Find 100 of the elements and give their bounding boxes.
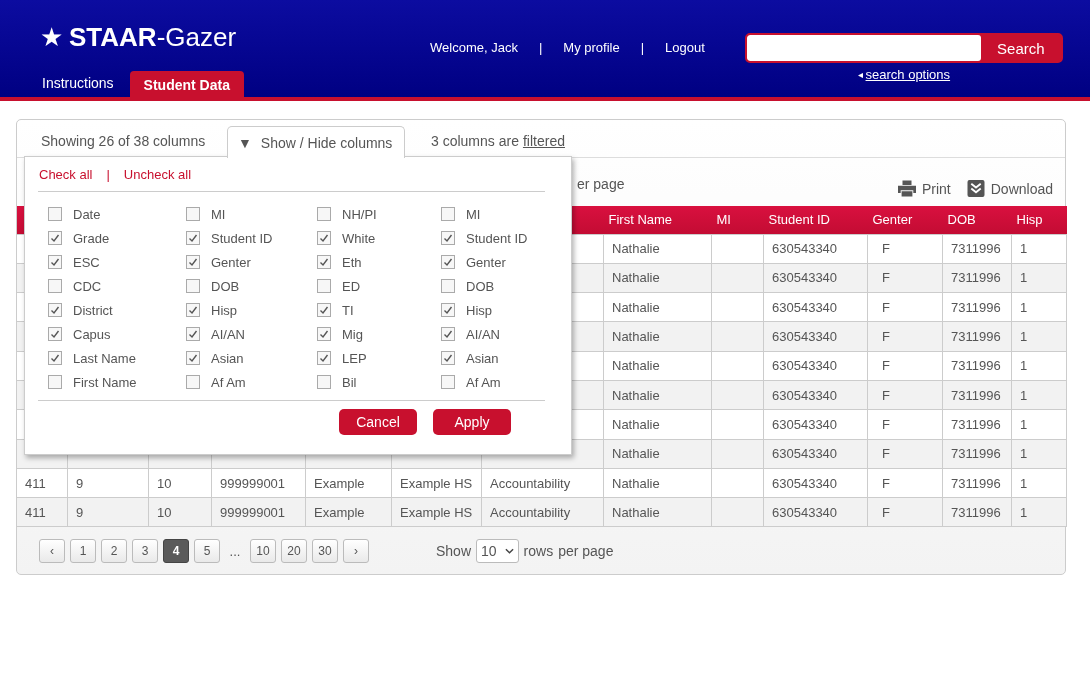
checkbox[interactable] [186, 255, 200, 269]
table-cell: 10 [148, 468, 212, 498]
table-cell: 630543340 [763, 351, 868, 381]
checkbox[interactable] [441, 231, 455, 245]
cancel-button[interactable]: Cancel [339, 409, 417, 435]
print-button[interactable]: Print [897, 180, 951, 197]
column-header[interactable]: Genter [867, 206, 943, 234]
checkbox-label: NH/PI [342, 206, 377, 222]
checkbox[interactable] [48, 231, 62, 245]
checkbox[interactable] [186, 303, 200, 317]
table-cell: F [867, 234, 943, 264]
checkbox[interactable] [317, 351, 331, 365]
page-button[interactable]: 30 [312, 539, 338, 564]
table-cell: 10 [148, 497, 212, 527]
checkbox[interactable] [441, 255, 455, 269]
checkbox[interactable] [317, 303, 331, 317]
checkbox[interactable] [441, 303, 455, 317]
table-cell: F [867, 468, 943, 498]
column-header[interactable]: Student ID [763, 206, 868, 234]
search-options-link[interactable]: search options [865, 67, 951, 82]
page-button[interactable]: 3 [132, 539, 158, 564]
checkbox[interactable] [186, 231, 200, 245]
checkbox-label: Last Name [73, 350, 136, 366]
checkbox[interactable] [186, 375, 200, 389]
checkbox-label: Student ID [466, 230, 528, 246]
rows-dropdown[interactable]: 10 [476, 539, 519, 564]
show-hide-tab[interactable]: ▼ Show / Hide columns [227, 126, 405, 158]
checkbox[interactable] [48, 279, 62, 293]
filtered-link[interactable]: filtered [522, 133, 565, 149]
checkbox[interactable] [317, 375, 331, 389]
checkbox[interactable] [186, 207, 200, 221]
checkbox[interactable] [317, 279, 331, 293]
separator: | [538, 40, 543, 56]
checkbox-label: Asian [211, 350, 244, 366]
printer-icon [897, 180, 916, 197]
page-button[interactable]: 4 [163, 539, 189, 564]
checkbox[interactable] [48, 327, 62, 341]
logo[interactable]: ★ STAAR-Gazer [40, 22, 237, 53]
checkbox[interactable] [441, 279, 455, 293]
table-cell: 630543340 [763, 468, 868, 498]
table-cell: Accountability [481, 468, 604, 498]
header-link[interactable]: Logout [665, 40, 705, 56]
header-link[interactable]: My profile [563, 40, 620, 56]
check-all-link[interactable]: Check all [39, 166, 93, 182]
download-button[interactable]: Download [966, 180, 1053, 197]
checkbox[interactable] [441, 351, 455, 365]
table-cell: 411 [16, 497, 68, 527]
checkbox[interactable] [48, 255, 62, 269]
page-button[interactable]: 2 [101, 539, 127, 564]
show-label: Show [436, 543, 472, 560]
column-header[interactable]: DOB [942, 206, 1012, 234]
checkbox-label: Date [73, 206, 101, 222]
page-button[interactable]: 20 [281, 539, 307, 564]
checkbox[interactable] [317, 255, 331, 269]
table-cell: 7311996 [942, 439, 1012, 469]
checkbox[interactable] [186, 351, 200, 365]
previous-page-button[interactable]: ‹ [39, 539, 65, 564]
column-header[interactable]: MI [711, 206, 764, 234]
page-button[interactable]: 1 [70, 539, 96, 564]
checkbox-label: Af Am [211, 374, 246, 390]
table-cell: 1 [1011, 234, 1067, 264]
checkbox-label: CDC [73, 278, 102, 294]
page-button[interactable]: 5 [194, 539, 220, 564]
page-button[interactable]: 10 [250, 539, 276, 564]
nav-tab[interactable]: Instructions [40, 71, 116, 97]
checkbox-label: AI/AN [211, 326, 245, 342]
column-header[interactable]: First Name [603, 206, 712, 234]
table-cell: Nathalie [603, 380, 712, 410]
table-cell: 999999001 [211, 497, 306, 527]
checkbox[interactable] [441, 327, 455, 341]
table-cell: 9 [67, 497, 149, 527]
uncheck-all-link[interactable]: Uncheck all [123, 166, 192, 182]
checkbox[interactable] [441, 207, 455, 221]
checkbox[interactable] [186, 327, 200, 341]
table-cell: F [867, 321, 943, 352]
table-cell: Nathalie [603, 468, 712, 498]
search-field[interactable] [746, 35, 981, 61]
nav-tab[interactable]: Student Data [129, 71, 244, 97]
table-cell: 630543340 [763, 321, 868, 352]
table-cell: 630543340 [763, 234, 868, 264]
checkbox[interactable] [317, 231, 331, 245]
checkbox[interactable] [317, 207, 331, 221]
table-cell: Nathalie [603, 497, 712, 527]
checkbox[interactable] [48, 375, 62, 389]
next-page-button[interactable]: › [343, 539, 369, 564]
apply-button[interactable]: Apply [433, 409, 511, 435]
checkbox[interactable] [186, 279, 200, 293]
table-cell: 1 [1011, 468, 1067, 498]
column-header[interactable]: Hisp [1011, 206, 1067, 234]
checkbox[interactable] [48, 207, 62, 221]
table-cell: Nathalie [603, 292, 712, 322]
checkbox-label: DOB [466, 278, 495, 294]
checkbox-label: Hisp [211, 302, 237, 318]
checkbox[interactable] [48, 351, 62, 365]
checkbox[interactable] [441, 375, 455, 389]
separator: | [640, 40, 645, 56]
checkbox[interactable] [48, 303, 62, 317]
table-cell: Nathalie [603, 409, 712, 440]
checkbox[interactable] [317, 327, 331, 341]
table-cell: 9 [67, 468, 149, 498]
